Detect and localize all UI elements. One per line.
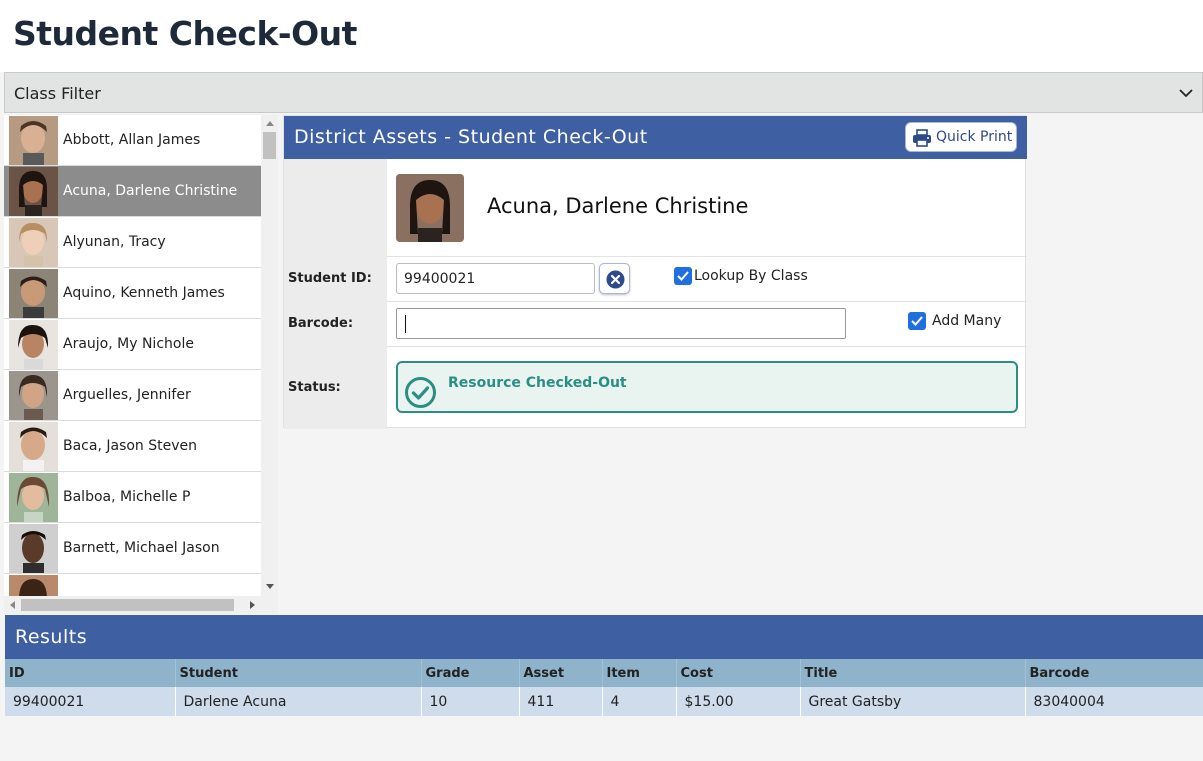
add-many-label: Add Many — [932, 313, 1002, 329]
checkout-panel: District Assets - Student Check-Out Quic… — [283, 115, 1027, 429]
student-name: Abbott, Allan James — [63, 132, 201, 148]
page-header: Student Check-Out — [0, 0, 1203, 72]
cell-barcode: 83040004 — [1025, 687, 1203, 716]
column-header-id[interactable]: ID — [5, 659, 176, 687]
student-list-item-partial[interactable] — [4, 574, 261, 596]
student-list[interactable]: Abbott, Allan James Acuna, Darlene Chris… — [4, 115, 278, 614]
cell-asset: 411 — [519, 687, 603, 716]
student-list-item[interactable]: Alyunan, Tracy — [4, 217, 261, 268]
vertical-scroll-thumb[interactable] — [263, 132, 276, 159]
barcode-input[interactable] — [396, 308, 846, 339]
student-name: Arguelles, Jennifer — [63, 387, 191, 403]
row-divider — [387, 301, 1027, 302]
results-header-row: ID Student Grade Asset Item Cost Title B… — [5, 659, 1203, 687]
cell-id: 99400021 — [5, 687, 176, 716]
student-list-item[interactable]: Barnett, Michael Jason — [4, 523, 261, 574]
student-avatar — [9, 422, 58, 471]
student-avatar — [9, 167, 58, 216]
cell-grade: 10 — [421, 687, 520, 716]
cell-item: 4 — [602, 687, 677, 716]
student-list-viewport: Abbott, Allan James Acuna, Darlene Chris… — [4, 115, 261, 596]
student-name: Alyunan, Tracy — [63, 234, 166, 250]
column-header-item[interactable]: Item — [602, 659, 677, 687]
student-list-vertical-scrollbar[interactable] — [261, 115, 278, 596]
lookup-by-class-checkbox[interactable] — [674, 267, 692, 285]
row-divider — [387, 346, 1027, 347]
cell-title: Great Gatsby — [800, 687, 1026, 716]
scroll-right-icon[interactable] — [250, 601, 255, 609]
class-filter-label: Class Filter — [14, 84, 101, 103]
printer-icon — [913, 129, 931, 147]
column-header-barcode[interactable]: Barcode — [1025, 659, 1203, 687]
cell-cost: $15.00 — [676, 687, 801, 716]
results-table: ID Student Grade Asset Item Cost Title B… — [5, 659, 1203, 716]
checkout-panel-header: District Assets - Student Check-Out Quic… — [284, 116, 1027, 159]
column-header-asset[interactable]: Asset — [519, 659, 603, 687]
scroll-left-icon[interactable] — [10, 601, 15, 609]
student-list-item[interactable]: Aquino, Kenneth James — [4, 268, 261, 319]
student-id-input[interactable] — [396, 263, 595, 294]
cell-student: Darlene Acuna — [175, 687, 422, 716]
close-circle-icon — [606, 270, 625, 289]
student-id-label: Student ID: — [288, 271, 372, 286]
student-avatar — [9, 371, 58, 420]
clear-student-id-button[interactable] — [599, 263, 630, 294]
quick-print-button[interactable]: Quick Print — [905, 122, 1017, 152]
student-avatar — [9, 575, 58, 596]
text-caret — [405, 315, 406, 333]
student-list-item[interactable]: Arguelles, Jennifer — [4, 370, 261, 421]
column-header-title[interactable]: Title — [800, 659, 1026, 687]
results-header: Results — [5, 615, 1203, 659]
student-name: Baca, Jason Steven — [63, 438, 198, 454]
student-list-item[interactable]: Abbott, Allan James — [4, 115, 261, 166]
horizontal-scroll-thumb[interactable] — [21, 599, 234, 611]
results-section: Results ID Student Grade Asset Item Cost… — [5, 615, 1203, 716]
student-name: Araujo, My Nichole — [63, 336, 194, 352]
scroll-up-icon[interactable] — [266, 121, 274, 126]
student-list-item-selected[interactable]: Acuna, Darlene Christine — [4, 166, 261, 217]
student-name: Acuna, Darlene Christine — [63, 183, 238, 199]
scroll-down-icon[interactable] — [266, 584, 274, 589]
student-avatar — [9, 524, 58, 573]
student-avatar — [9, 218, 58, 267]
quick-print-label: Quick Print — [936, 129, 1013, 145]
column-header-cost[interactable]: Cost — [676, 659, 801, 687]
student-avatar — [9, 116, 58, 165]
table-row[interactable]: 99400021 Darlene Acuna 10 411 4 $15.00 G… — [5, 687, 1203, 716]
field-label-column: Student ID: Barcode: Status: — [284, 159, 387, 429]
checkmark-icon — [677, 271, 689, 281]
status-box: Resource Checked-Out — [396, 361, 1018, 413]
checkmark-icon — [911, 316, 923, 326]
add-many-checkbox[interactable] — [908, 312, 926, 330]
status-text: Resource Checked-Out — [448, 375, 627, 391]
student-list-item[interactable]: Baca, Jason Steven — [4, 421, 261, 472]
class-filter-dropdown[interactable]: Class Filter — [4, 72, 1203, 113]
check-circle-icon — [405, 377, 436, 408]
results-title: Results — [15, 626, 88, 648]
column-header-grade[interactable]: Grade — [421, 659, 520, 687]
barcode-label: Barcode: — [288, 316, 354, 331]
student-avatar — [9, 473, 58, 522]
student-avatar — [9, 269, 58, 318]
student-list-horizontal-scrollbar[interactable] — [4, 596, 261, 613]
page-title: Student Check-Out — [13, 14, 357, 53]
row-divider — [387, 256, 1027, 257]
student-name: Aquino, Kenneth James — [63, 285, 225, 301]
student-photo — [396, 174, 464, 242]
chevron-down-icon — [1179, 89, 1193, 98]
student-name: Balboa, Michelle P — [63, 489, 191, 505]
student-list-item[interactable]: Balboa, Michelle P — [4, 472, 261, 523]
status-label: Status: — [288, 380, 341, 395]
selected-student-name: Acuna, Darlene Christine — [487, 194, 749, 218]
student-name: Barnett, Michael Jason — [63, 540, 220, 556]
checkout-panel-title: District Assets - Student Check-Out — [294, 126, 648, 148]
student-avatar — [9, 320, 58, 369]
lookup-by-class-label: Lookup By Class — [694, 268, 808, 284]
student-list-item[interactable]: Araujo, My Nichole — [4, 319, 261, 370]
column-header-student[interactable]: Student — [175, 659, 422, 687]
